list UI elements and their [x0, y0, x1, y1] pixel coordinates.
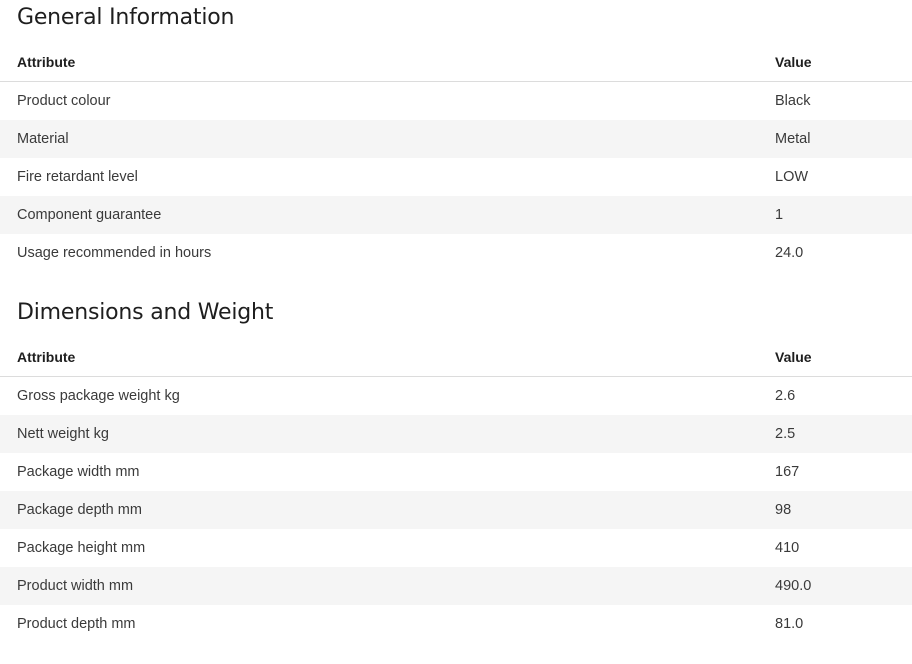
table-row: Component guarantee 1 — [0, 196, 912, 234]
value-cell: Metal — [775, 120, 912, 158]
table-row: Package width mm 167 — [0, 453, 912, 491]
attribute-cell: Nett weight kg — [0, 415, 775, 453]
attribute-column-header: Attribute — [0, 337, 775, 377]
table-row: Package height mm 410 — [0, 529, 912, 567]
attribute-cell: Usage recommended in hours — [17, 245, 212, 261]
value-column-header: Value — [775, 337, 912, 377]
attribute-column-header: Attribute — [0, 42, 775, 82]
table-row: Package depth mm 98 — [0, 491, 912, 529]
attribute-cell: Package width mm — [17, 464, 140, 480]
general-information-table: Attribute Value Product colour Black Mat… — [0, 42, 912, 272]
table-row: Product colour Black — [0, 82, 912, 121]
attribute-cell: Package height mm — [17, 540, 146, 556]
attribute-cell: Product colour — [17, 93, 111, 109]
value-cell: 167 — [775, 464, 800, 480]
attribute-cell: Material — [0, 120, 775, 158]
value-cell: 24.0 — [775, 245, 804, 261]
dimensions-and-weight-table: Attribute Value Gross package weight kg … — [0, 337, 912, 643]
table-row: Product width mm 490.0 — [0, 567, 912, 605]
value-cell: 410 — [775, 540, 800, 556]
table-row: Product depth mm 81.0 — [0, 605, 912, 643]
attribute-cell: Product depth mm — [17, 616, 136, 632]
table-header-row: Attribute Value — [0, 42, 912, 82]
general-information-title: General Information — [17, 5, 235, 30]
attribute-cell: Component guarantee — [0, 196, 775, 234]
value-cell: LOW — [775, 169, 809, 185]
value-cell: 98 — [775, 491, 912, 529]
table-header-row: Attribute Value — [0, 337, 912, 377]
value-cell: Black — [775, 93, 811, 109]
table-row: Material Metal — [0, 120, 912, 158]
value-cell: 1 — [775, 196, 912, 234]
specifications-page: General Information Attribute Value Prod… — [0, 0, 912, 664]
table-row: Usage recommended in hours 24.0 — [0, 234, 912, 272]
value-cell: 2.6 — [775, 388, 796, 404]
attribute-cell: Package depth mm — [0, 491, 775, 529]
value-cell: 2.5 — [775, 415, 912, 453]
table-row: Gross package weight kg 2.6 — [0, 377, 912, 416]
value-cell: 490.0 — [775, 567, 912, 605]
attribute-cell: Fire retardant level — [17, 169, 138, 185]
attribute-cell: Gross package weight kg — [17, 388, 180, 404]
dimensions-and-weight-title: Dimensions and Weight — [17, 300, 274, 325]
attribute-cell: Product width mm — [0, 567, 775, 605]
table-row: Nett weight kg 2.5 — [0, 415, 912, 453]
table-row: Fire retardant level LOW — [0, 158, 912, 196]
value-cell: 81.0 — [775, 616, 804, 632]
value-column-header: Value — [775, 42, 912, 82]
